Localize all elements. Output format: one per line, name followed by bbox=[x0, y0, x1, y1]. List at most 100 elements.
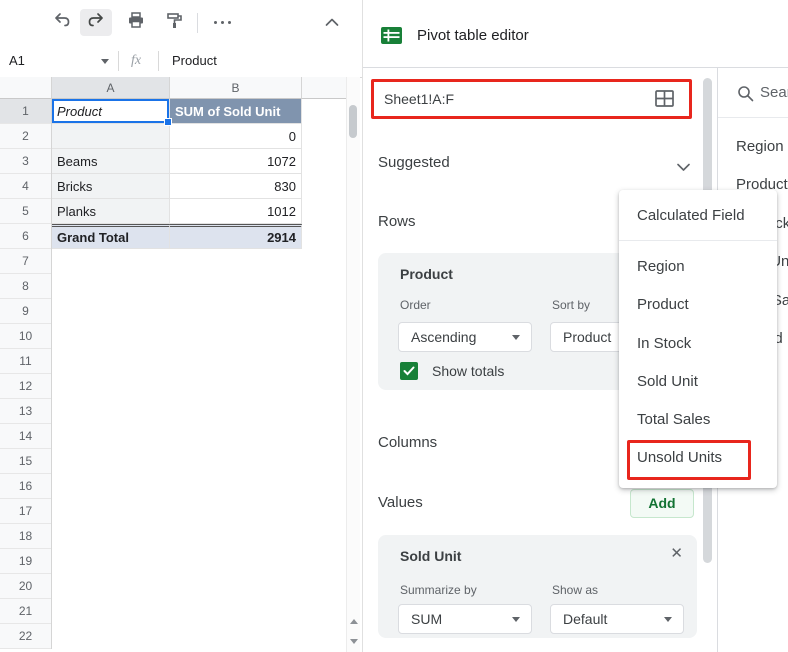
row-header-1[interactable]: 1 bbox=[0, 99, 51, 124]
fill-handle[interactable] bbox=[164, 118, 172, 126]
toolbar bbox=[0, 0, 362, 46]
dropdown-caret-icon bbox=[512, 617, 520, 622]
cell-B2[interactable]: 0 bbox=[170, 124, 302, 149]
cell-B5[interactable]: 1012 bbox=[170, 199, 302, 224]
field-search-box[interactable]: Search bbox=[718, 68, 788, 118]
row-headers: 12345678910111213141516171819202122 bbox=[0, 99, 52, 649]
row-header-20[interactable]: 20 bbox=[0, 574, 51, 599]
menu-item-region[interactable]: Region bbox=[619, 247, 777, 285]
row-header-4[interactable]: 4 bbox=[0, 174, 51, 199]
collapse-toolbar-button[interactable] bbox=[316, 9, 348, 36]
values-section-label: Values bbox=[378, 490, 423, 516]
values-add-button[interactable]: Add bbox=[630, 489, 694, 518]
summarize-by-label: Summarize by bbox=[400, 582, 477, 598]
google-sheets-pivot-editor-screen: A1 fx Product A B 1234567891011121314151… bbox=[0, 0, 788, 652]
rows-card-title: Product bbox=[400, 263, 453, 285]
menu-item-sold-unit[interactable]: Sold Unit bbox=[619, 362, 777, 400]
field-item-region[interactable]: Region bbox=[718, 127, 788, 166]
cell-A3[interactable]: Beams bbox=[52, 149, 170, 174]
menu-item-in-stock[interactable]: In Stock bbox=[619, 324, 777, 362]
sheet-vertical-scrollbar[interactable] bbox=[346, 77, 360, 652]
select-data-range-icon[interactable] bbox=[655, 90, 674, 112]
col-header-b[interactable]: B bbox=[170, 77, 302, 99]
sort-by-select-value: Product bbox=[563, 323, 611, 351]
row-header-15[interactable]: 15 bbox=[0, 449, 51, 474]
row-header-6[interactable]: 6 bbox=[0, 224, 51, 249]
select-all-corner[interactable] bbox=[0, 77, 52, 99]
row-header-5[interactable]: 5 bbox=[0, 199, 51, 224]
row-header-16[interactable]: 16 bbox=[0, 474, 51, 499]
show-as-select[interactable]: Default bbox=[550, 604, 684, 634]
row-header-9[interactable]: 9 bbox=[0, 299, 51, 324]
search-icon bbox=[737, 85, 754, 107]
sheet-scrollbar-thumb[interactable] bbox=[349, 105, 357, 138]
row-header-2[interactable]: 2 bbox=[0, 124, 51, 149]
scroll-up-icon[interactable] bbox=[349, 617, 358, 626]
cell-B6[interactable]: 2914 bbox=[170, 224, 302, 249]
col-header-a[interactable]: A bbox=[52, 77, 170, 99]
print-button[interactable] bbox=[120, 9, 152, 36]
menu-item-unsold-units[interactable]: Unsold Units bbox=[619, 439, 777, 477]
add-field-menu: Calculated Field RegionProductIn StockSol… bbox=[619, 190, 777, 488]
more-options-button[interactable] bbox=[206, 9, 238, 36]
suggested-section-label: Suggested bbox=[378, 150, 450, 176]
row-header-19[interactable]: 19 bbox=[0, 549, 51, 574]
row-header-11[interactable]: 11 bbox=[0, 349, 51, 374]
print-icon bbox=[126, 10, 146, 35]
scroll-down-icon[interactable] bbox=[349, 637, 358, 646]
more-options-icon bbox=[214, 21, 231, 24]
cell-A1[interactable]: Product bbox=[52, 99, 170, 124]
row-header-18[interactable]: 18 bbox=[0, 524, 51, 549]
dropdown-caret-icon bbox=[512, 335, 520, 340]
formula-bar-divider bbox=[118, 51, 119, 71]
dropdown-caret-icon bbox=[664, 617, 672, 622]
menu-item-total-sales[interactable]: Total Sales bbox=[619, 400, 777, 438]
cell-B4[interactable]: 830 bbox=[170, 174, 302, 199]
redo-icon bbox=[86, 10, 106, 35]
col-header-c[interactable] bbox=[302, 77, 346, 99]
show-as-value: Default bbox=[563, 605, 607, 633]
cell-A6[interactable]: Grand Total bbox=[52, 224, 170, 249]
row-header-14[interactable]: 14 bbox=[0, 424, 51, 449]
row-header-13[interactable]: 13 bbox=[0, 399, 51, 424]
cell-B1[interactable]: SUM of Sold Unit bbox=[170, 99, 302, 124]
data-range-value[interactable]: Sheet1!A:F bbox=[384, 81, 454, 117]
values-card-title: Sold Unit bbox=[400, 545, 461, 567]
order-label: Order bbox=[400, 297, 431, 313]
sort-by-label: Sort by bbox=[552, 297, 590, 313]
pivot-table-icon bbox=[381, 25, 403, 51]
formula-input[interactable]: Product bbox=[172, 45, 217, 77]
order-select-value: Ascending bbox=[411, 323, 476, 351]
values-card-sold-unit: Sold Unit ✕ Summarize by Show as SUM Def… bbox=[378, 535, 697, 638]
show-totals-checkbox[interactable] bbox=[400, 362, 418, 380]
paint-format-button[interactable] bbox=[158, 9, 190, 36]
data-range-field[interactable]: Sheet1!A:F bbox=[374, 81, 689, 117]
row-header-22[interactable]: 22 bbox=[0, 624, 51, 649]
row-header-10[interactable]: 10 bbox=[0, 324, 51, 349]
search-placeholder: Search bbox=[760, 77, 788, 109]
row-header-17[interactable]: 17 bbox=[0, 499, 51, 524]
undo-button[interactable] bbox=[46, 9, 78, 36]
order-select[interactable]: Ascending bbox=[398, 322, 532, 352]
cell-B3[interactable]: 1072 bbox=[170, 149, 302, 174]
name-box-dropdown-icon[interactable] bbox=[101, 59, 109, 64]
row-header-21[interactable]: 21 bbox=[0, 599, 51, 624]
cell-A5[interactable]: Planks bbox=[52, 199, 170, 224]
row-header-3[interactable]: 3 bbox=[0, 149, 51, 174]
name-box[interactable]: A1 bbox=[9, 45, 25, 77]
menu-item-calculated-field[interactable]: Calculated Field bbox=[619, 196, 777, 234]
chevron-down-icon[interactable] bbox=[677, 158, 690, 176]
formula-bar: A1 fx Product bbox=[0, 45, 362, 78]
redo-button[interactable] bbox=[80, 9, 112, 36]
chevron-up-icon bbox=[325, 14, 339, 32]
menu-item-product[interactable]: Product bbox=[619, 286, 777, 324]
summarize-by-select[interactable]: SUM bbox=[398, 604, 532, 634]
rows-section-label: Rows bbox=[378, 209, 416, 235]
cell-A4[interactable]: Bricks bbox=[52, 174, 170, 199]
summarize-by-value: SUM bbox=[411, 605, 442, 633]
close-icon[interactable]: ✕ bbox=[670, 544, 683, 562]
row-header-7[interactable]: 7 bbox=[0, 249, 51, 274]
cell-A2[interactable] bbox=[52, 124, 170, 149]
row-header-12[interactable]: 12 bbox=[0, 374, 51, 399]
row-header-8[interactable]: 8 bbox=[0, 274, 51, 299]
